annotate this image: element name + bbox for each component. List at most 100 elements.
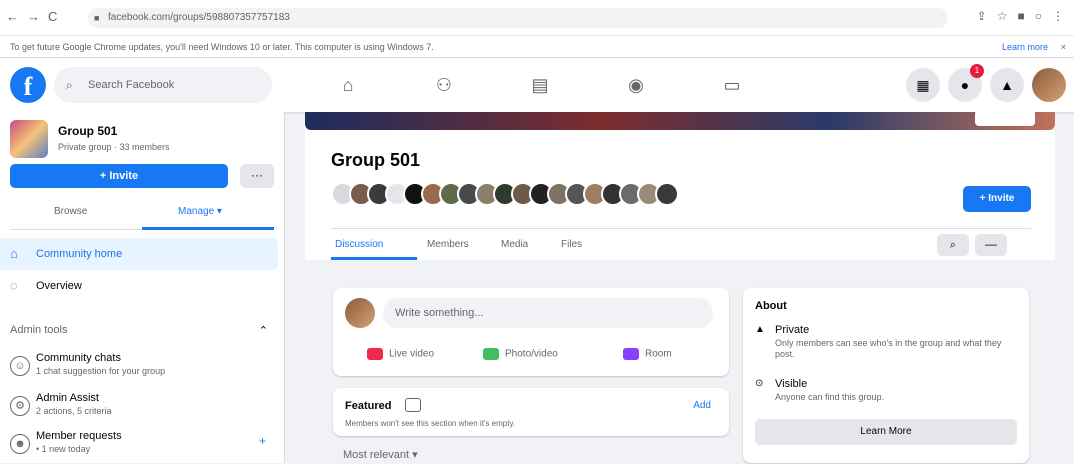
sidebar-item-community-chats[interactable]: ☺ Community chats 1 chat suggestion for … <box>0 346 278 386</box>
featured-title: Featured <box>345 400 392 412</box>
tool-subtitle: 1 chat suggestion for your group <box>36 366 166 376</box>
composer-actions: Live video Photo/video Room <box>333 342 729 370</box>
close-icon[interactable]: × <box>1061 36 1066 58</box>
live-video-button[interactable]: Live video <box>367 348 434 360</box>
infobar-learn-link[interactable]: Learn more <box>1002 36 1048 58</box>
group-tabs: Discussion Members Media Files ⌕ — <box>331 230 1031 260</box>
admin-tools-heading[interactable]: Admin tools ⌃ <box>10 324 274 344</box>
sidebar-item-admin-assist[interactable]: ⚙ Admin Assist 2 actions, 5 criteria <box>0 386 278 426</box>
gaming-icon[interactable]: ▭ <box>684 58 780 112</box>
more-button[interactable]: ··· <box>240 164 274 188</box>
live-video-icon <box>367 348 383 360</box>
sidebar-item-community-home[interactable]: ⌂ Community home <box>0 238 278 270</box>
sidebar-item-label: Community home <box>36 248 123 260</box>
avatar[interactable] <box>655 182 679 206</box>
action-label: Live video <box>389 348 435 360</box>
friends-icon[interactable]: ⚇ <box>396 58 492 112</box>
infobar-text: To get future Google Chrome updates, you… <box>10 42 434 52</box>
share-icon[interactable]: ⇪ <box>977 9 987 23</box>
main-nav: ⌂ ⚇ ▤ ◉ ▭ <box>300 58 780 112</box>
tab-members[interactable]: Members <box>427 239 469 250</box>
eye-icon: ⊙ <box>755 378 764 389</box>
search-input[interactable]: ⌕ Search Facebook <box>54 67 272 103</box>
groups-icon[interactable]: ◉ <box>588 58 684 112</box>
browser-tools: ⇪ ☆ ■ ○ ⋮ <box>977 9 1064 23</box>
tab-indicator <box>331 257 417 260</box>
tab-browse[interactable]: Browse <box>54 206 87 217</box>
messenger-icon[interactable]: ● 1 <box>948 64 984 102</box>
privacy-title: Private <box>775 324 810 336</box>
update-infobar: To get future Google Chrome updates, you… <box>0 36 1074 58</box>
add-featured-link[interactable]: Add <box>693 400 711 411</box>
group-header[interactable]: Group 501 Private group · 33 members <box>10 120 270 160</box>
action-label: Room <box>645 348 672 360</box>
visibility-title: Visible <box>775 378 808 390</box>
group-sidebar: Group 501 Private group · 33 members + I… <box>0 112 285 463</box>
tab-media[interactable]: Media <box>501 239 528 250</box>
edit-cover-button[interactable] <box>975 110 1035 126</box>
menu-grid-icon[interactable]: ▦ <box>906 68 940 102</box>
home-icon[interactable]: ⌂ <box>300 58 396 112</box>
sidebar-item-overview[interactable]: ◌ Overview <box>0 270 278 302</box>
search-icon[interactable]: ⌕ <box>937 234 969 256</box>
reload-icon[interactable]: C <box>48 9 57 24</box>
sidebar-tabs: Browse Manage ▾ <box>10 200 274 230</box>
star-icon[interactable]: ☆ <box>997 9 1008 23</box>
account-controls: ▦ ● 1 ▲ <box>906 64 1066 102</box>
sort-dropdown[interactable]: Most relevant ▾ <box>343 448 418 461</box>
divider <box>331 228 1031 229</box>
featured-card: Featured Add Members won't see this sect… <box>333 388 729 436</box>
invite-button[interactable]: + Invite <box>963 186 1031 212</box>
member-avatars[interactable] <box>331 182 679 206</box>
invite-button[interactable]: + Invite <box>10 164 228 188</box>
home-icon: ⌂ <box>10 246 18 261</box>
tab-indicator <box>142 227 274 230</box>
action-label: Photo/video <box>505 348 558 360</box>
browser-nav: ← → C <box>6 9 57 24</box>
address-bar[interactable]: ■ facebook.com/groups/598807357757183 <box>88 8 948 28</box>
facebook-logo[interactable]: f <box>10 67 46 103</box>
page-title: Group 501 <box>331 150 421 170</box>
marketplace-icon[interactable]: ▤ <box>492 58 588 112</box>
group-header-card: Group 501 + Invite Discussion Members Me… <box>305 130 1055 260</box>
search-icon: ⌕ <box>66 78 73 92</box>
main-content: Group 501 + Invite Discussion Members Me… <box>285 110 1074 463</box>
section-label: Admin tools <box>10 324 68 336</box>
people-icon: ☻ <box>10 434 30 454</box>
tool-title: Member requests <box>36 430 122 442</box>
avatar[interactable] <box>1032 68 1066 102</box>
avatar[interactable] <box>345 298 375 328</box>
notification-badge: 1 <box>970 64 984 78</box>
about-title: About <box>755 300 787 312</box>
extensions-icon[interactable]: ■ <box>1018 9 1025 23</box>
sidebar-item-member-requests[interactable]: ☻ Member requests • 1 new today + <box>0 424 278 464</box>
privacy-desc: Only members can see who's in the group … <box>775 338 1002 359</box>
overview-icon: ◌ <box>10 278 18 293</box>
back-icon[interactable]: ← <box>6 9 19 24</box>
menu-icon[interactable]: ⋮ <box>1052 9 1064 23</box>
tool-subtitle: 2 actions, 5 criteria <box>36 406 112 416</box>
tab-discussion[interactable]: Discussion <box>335 239 383 250</box>
photo-video-button[interactable]: Photo/video <box>483 348 558 360</box>
lock-icon: ▲ <box>755 324 765 335</box>
tool-subtitle: • 1 new today <box>36 444 91 454</box>
info-icon[interactable] <box>405 398 421 412</box>
about-card: About ▲ Private Only members can see who… <box>743 288 1029 463</box>
forward-icon[interactable]: → <box>27 9 40 24</box>
gear-icon: ⚙ <box>10 396 30 416</box>
composer-input[interactable]: Write something... <box>383 298 713 328</box>
lock-icon: ■ <box>94 13 100 23</box>
room-icon <box>623 348 639 360</box>
more-button[interactable]: — <box>975 234 1007 256</box>
search-placeholder: Search Facebook <box>88 79 175 91</box>
notifications-icon[interactable]: ▲ <box>990 68 1024 102</box>
tab-manage[interactable]: Manage ▾ <box>178 206 222 217</box>
group-name: Group 501 <box>58 124 118 138</box>
room-button[interactable]: Room <box>623 348 672 360</box>
facebook-topbar: f ⌕ Search Facebook ⌂ ⚇ ▤ ◉ ▭ ▦ ● 1 ▲ <box>0 58 1074 112</box>
learn-more-button[interactable]: Learn More <box>755 419 1017 445</box>
tab-files[interactable]: Files <box>561 239 582 250</box>
add-icon[interactable]: + <box>259 434 266 448</box>
chevron-up-icon: ⌃ <box>258 325 268 337</box>
profile-icon[interactable]: ○ <box>1035 9 1042 23</box>
